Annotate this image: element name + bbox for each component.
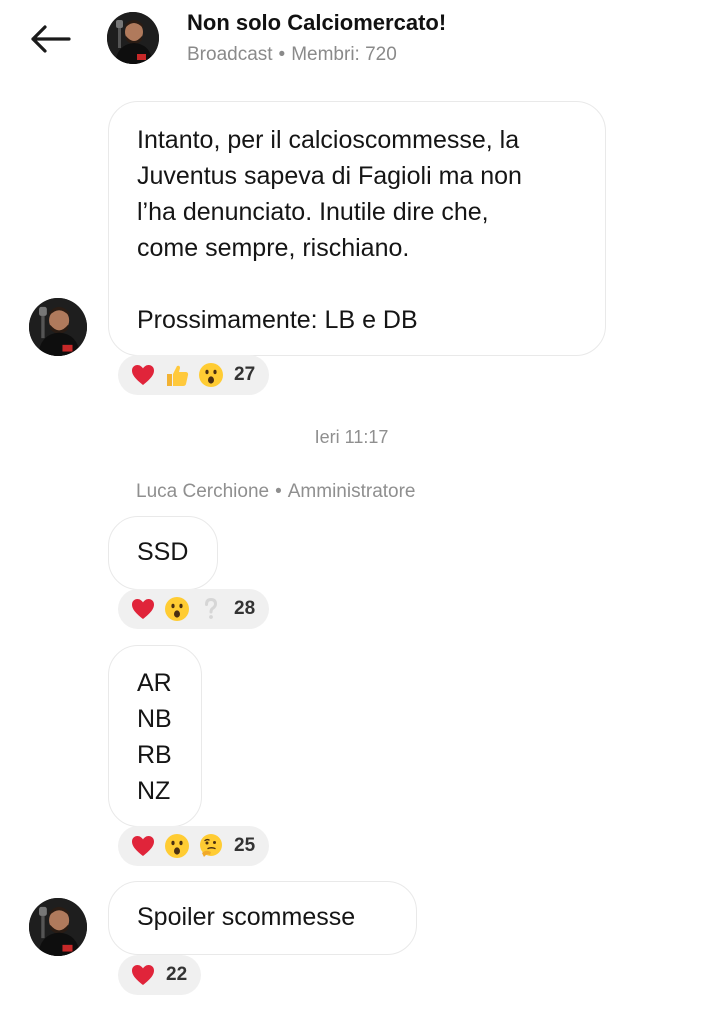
- chat-screen: Non solo Calciomercato! Broadcast • Membri…: [0, 0, 703, 1024]
- sender-info: Luca Cerchione • Amministratore: [136, 481, 416, 503]
- sender-name[interactable]: Luca Cerchione: [136, 481, 269, 502]
- reaction-count: 28: [234, 598, 256, 619]
- message-line: SSD: [137, 538, 189, 566]
- message-line: NB: [137, 705, 172, 733]
- members-count: Membri: 720: [291, 44, 397, 65]
- surprised-face-icon: [164, 596, 190, 622]
- question-mark-icon: [198, 596, 224, 622]
- message-line: Intanto, per il calcioscommesse, la: [137, 126, 520, 154]
- message-bubble[interactable]: Intanto, per il calcioscommesse, la Juve…: [108, 101, 606, 356]
- message-line: l’ha denunciato. Inutile dire che,: [137, 198, 489, 226]
- message-bubble[interactable]: AR NB RB NZ: [108, 645, 202, 827]
- message-line: Juventus sapeva di Fagioli ma non: [137, 162, 522, 190]
- heart-icon: [130, 833, 156, 859]
- surprised-face-icon: [164, 833, 190, 859]
- chat-header: Non solo Calciomercato! Broadcast • Membri…: [0, 0, 703, 80]
- separator-dot: •: [275, 481, 282, 502]
- message-bubble[interactable]: Spoiler scommesse: [108, 881, 417, 955]
- message-line: AR: [137, 669, 172, 697]
- message-line: Spoiler scommesse: [137, 903, 356, 931]
- message-line: NZ: [137, 777, 171, 805]
- reaction-count: 27: [234, 364, 256, 385]
- reaction-count: 22: [166, 964, 188, 985]
- reaction-count: 25: [234, 835, 256, 856]
- back-button[interactable]: [24, 16, 76, 62]
- date-separator: Ieri 11:17: [314, 427, 389, 447]
- sender-role: Amministratore: [287, 481, 416, 502]
- sender-avatar[interactable]: [29, 298, 87, 356]
- heart-icon: [130, 596, 156, 622]
- message-line: RB: [137, 741, 172, 769]
- channel-title[interactable]: Non solo Calciomercato!: [187, 10, 446, 36]
- heart-icon: [130, 962, 156, 988]
- sender-avatar[interactable]: [29, 898, 87, 956]
- heart-icon: [130, 362, 156, 388]
- message-line: Prossimamente: LB e DB: [137, 306, 418, 334]
- message-line: come sempre, rischiano.: [137, 234, 410, 262]
- thinking-face-icon: [198, 833, 224, 859]
- channel-avatar[interactable]: [107, 12, 159, 64]
- channel-subtitle: Broadcast • Membri: 720: [187, 44, 397, 66]
- reactions-bar[interactable]: 28: [118, 589, 270, 629]
- message-bubble[interactable]: SSD: [108, 516, 218, 590]
- thumbs-up-icon: [164, 362, 190, 388]
- back-arrow-icon: [31, 25, 71, 53]
- reactions-bar[interactable]: 22: [118, 955, 202, 995]
- separator-dot: •: [278, 44, 286, 65]
- reactions-bar[interactable]: 25: [118, 826, 270, 866]
- channel-type: Broadcast: [187, 44, 273, 65]
- surprised-face-icon: [198, 362, 224, 388]
- reactions-bar[interactable]: 27: [118, 355, 270, 395]
